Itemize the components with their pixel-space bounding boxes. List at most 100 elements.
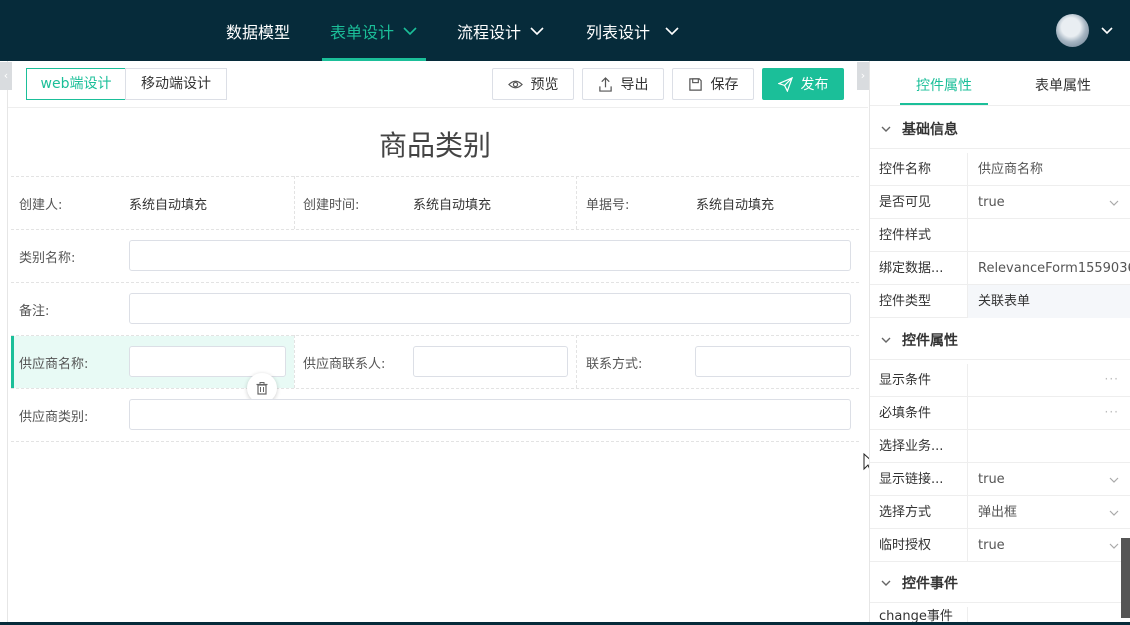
web-design-tab[interactable]: web端设计	[26, 68, 126, 100]
prop-key: 显示链接...	[879, 472, 944, 487]
contact-method-input[interactable]	[695, 346, 851, 377]
avatar[interactable]	[1056, 14, 1089, 47]
section-control-props[interactable]: 控件属性	[870, 320, 1130, 360]
more-icon[interactable]: ···	[1105, 397, 1119, 427]
collapse-right-handle[interactable]: ›	[857, 62, 869, 90]
supplier-category-input[interactable]	[129, 399, 851, 430]
contact-method-label: 联系方式:	[586, 357, 643, 372]
prop-row-show-link[interactable]: 显示链接... true	[870, 463, 1130, 496]
top-nav-bar	[0, 0, 1130, 61]
creator-value[interactable]: 系统自动填充	[129, 194, 207, 213]
collapse-left-handle[interactable]: ‹	[0, 62, 12, 90]
prop-value[interactable]: RelevanceForm1559036	[967, 252, 1130, 285]
column-divider	[576, 335, 577, 388]
upload-icon	[598, 76, 612, 92]
chevron-down-icon	[403, 26, 417, 35]
form-title: 商品类别	[378, 129, 491, 162]
save-button[interactable]: 保存	[672, 68, 754, 100]
prop-row-temp-auth[interactable]: 临时授权 true	[870, 529, 1130, 562]
save-icon	[688, 77, 702, 91]
prop-value[interactable]	[967, 219, 1130, 252]
panel-scrollbar[interactable]	[1121, 538, 1130, 618]
button-label: 发布	[800, 77, 829, 93]
button-label: 预览	[530, 77, 559, 93]
send-icon	[777, 76, 793, 92]
section-control-events[interactable]: 控件事件	[870, 563, 1130, 603]
prop-row-select-mode[interactable]: 选择方式 弹出框	[870, 496, 1130, 529]
chevron-down-icon[interactable]	[1099, 22, 1115, 38]
nav-process-design[interactable]: 流程设计	[457, 0, 545, 61]
prop-value[interactable]: 弹出框	[967, 496, 1130, 529]
prop-key: 控件名称	[879, 162, 932, 177]
category-name-input[interactable]	[129, 240, 851, 271]
supplier-contact-input[interactable]	[413, 346, 568, 377]
canvas-left-edge	[0, 61, 8, 625]
prop-value[interactable]: true	[967, 463, 1130, 496]
prop-key: 是否可见	[879, 195, 932, 210]
prop-value[interactable]: true	[967, 186, 1130, 219]
section-title: 控件事件	[902, 575, 958, 592]
prop-key: 控件类型	[879, 294, 932, 309]
create-time-value[interactable]: 系统自动填充	[413, 194, 491, 213]
chevron-down-icon	[530, 26, 544, 35]
publish-button[interactable]: 发布	[762, 68, 844, 100]
prop-value[interactable]: true	[967, 529, 1130, 562]
prop-key: 选择业务...	[879, 439, 944, 454]
prop-key: 临时授权	[879, 538, 932, 553]
supplier-contact-label: 供应商联系人:	[303, 357, 386, 372]
row-divider	[11, 441, 859, 442]
prop-row-required-condition[interactable]: 必填条件 ···	[870, 397, 1130, 430]
category-name-label: 类别名称:	[19, 251, 76, 266]
chevron-down-icon	[1109, 510, 1119, 516]
nav-form-design[interactable]: 表单设计	[321, 0, 427, 61]
create-time-label: 创建时间:	[303, 198, 360, 213]
nav-data-model[interactable]: 数据模型	[226, 0, 290, 61]
prop-row-bound-data[interactable]: 绑定数据... RelevanceForm1559036	[870, 252, 1130, 285]
remark-input[interactable]	[129, 293, 851, 324]
prop-row-select-business[interactable]: 选择业务...	[870, 430, 1130, 463]
tab-form-properties[interactable]: 表单属性	[1035, 75, 1091, 95]
creator-label: 创建人:	[19, 198, 63, 213]
prop-row-visible[interactable]: 是否可见 true	[870, 186, 1130, 219]
prop-key: 控件样式	[879, 228, 932, 243]
property-panel: 控件属性 表单属性 基础信息 控件名称 供应商名称 是否可见 true 控件样式…	[869, 61, 1130, 625]
preview-button[interactable]: 预览	[492, 68, 574, 100]
eye-icon	[507, 80, 523, 88]
nav-label: 表单设计	[330, 22, 395, 42]
prop-row-style[interactable]: 控件样式	[870, 219, 1130, 252]
doc-number-value[interactable]: 系统自动填充	[696, 194, 774, 213]
prop-value: 关联表单	[967, 285, 1130, 318]
button-label: 保存	[710, 77, 739, 93]
column-divider	[294, 176, 295, 229]
section-basic-info[interactable]: 基础信息	[870, 109, 1130, 149]
nav-label: 数据模型	[226, 22, 291, 42]
row-divider	[11, 176, 859, 177]
prop-row-control-name[interactable]: 控件名称 供应商名称	[870, 153, 1130, 186]
prop-value[interactable]	[967, 430, 1130, 463]
column-divider	[294, 335, 295, 388]
nav-label: 列表设计	[586, 22, 651, 42]
remark-label: 备注:	[19, 304, 50, 319]
column-divider	[576, 176, 577, 229]
chevron-down-icon	[1109, 477, 1119, 483]
prop-key: 绑定数据...	[879, 261, 944, 276]
tab-divider	[870, 105, 1130, 106]
export-button[interactable]: 导出	[582, 68, 664, 100]
prop-key: 必填条件	[879, 406, 932, 421]
chevron-down-icon	[1109, 200, 1119, 206]
nav-list-design[interactable]: 列表设计	[586, 0, 680, 61]
row-divider	[11, 388, 859, 389]
row-divider	[11, 282, 859, 283]
trash-icon	[256, 382, 268, 395]
supplier-category-label: 供应商类别:	[19, 410, 89, 425]
supplier-name-label: 供应商名称:	[19, 357, 89, 372]
prop-row-display-condition[interactable]: 显示条件 ···	[870, 364, 1130, 397]
doc-number-label: 单据号:	[586, 198, 630, 213]
mobile-design-tab[interactable]: 移动端设计	[125, 68, 227, 100]
prop-value[interactable]: 供应商名称	[967, 153, 1130, 186]
tab-control-properties[interactable]: 控件属性	[916, 75, 972, 95]
prop-row-control-type[interactable]: 控件类型 关联表单	[870, 285, 1130, 318]
chevron-down-icon	[881, 126, 891, 132]
prop-key: 显示条件	[879, 373, 932, 388]
more-icon[interactable]: ···	[1105, 364, 1119, 394]
